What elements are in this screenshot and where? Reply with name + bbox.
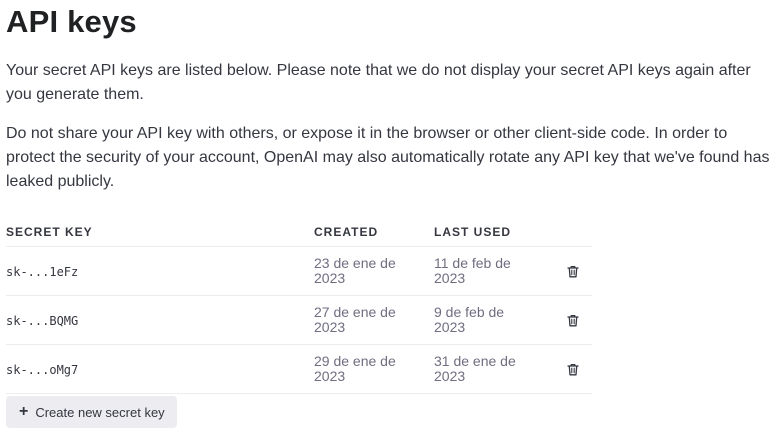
trash-icon	[567, 363, 579, 375]
header-last-used: LAST USED	[434, 218, 554, 247]
create-secret-key-button[interactable]: + Create new secret key	[6, 396, 177, 428]
delete-key-button[interactable]	[562, 358, 584, 380]
trash-icon	[567, 265, 579, 277]
created-date: 23 de ene de 2023	[314, 255, 396, 286]
table-row: sk-...BQMG 27 de ene de 2023 9 de feb de…	[6, 295, 592, 345]
table-header-row: SECRET KEY CREATED LAST USED	[6, 218, 592, 247]
secret-key-cell: sk-...BQMG	[6, 295, 314, 345]
last-used-date: 31 de ene de 2023	[434, 353, 516, 384]
created-date: 27 de ene de 2023	[314, 304, 396, 335]
last-used-cell: 31 de ene de 2023	[434, 344, 554, 394]
table-row: sk-...1eFz 23 de ene de 2023 11 de feb d…	[6, 246, 592, 296]
actions-cell	[554, 295, 592, 345]
secret-key-cell: sk-...oMg7	[6, 344, 314, 394]
created-cell: 29 de ene de 2023	[314, 344, 434, 394]
delete-key-button[interactable]	[562, 309, 584, 331]
table-row: sk-...oMg7 29 de ene de 2023 31 de ene d…	[6, 344, 592, 394]
api-keys-table: SECRET KEY CREATED LAST USED sk-...1eFz …	[6, 218, 592, 394]
header-actions	[554, 218, 592, 247]
create-secret-key-label: Create new secret key	[35, 404, 165, 420]
page-title: API keys	[6, 4, 137, 39]
header-created: CREATED	[314, 218, 434, 247]
last-used-date: 9 de feb de 2023	[434, 304, 505, 335]
intro-paragraph-1: Your secret API keys are listed below. P…	[6, 62, 751, 103]
actions-cell	[554, 246, 592, 296]
last-used-cell: 9 de feb de 2023	[434, 295, 554, 345]
header-secret-key: SECRET KEY	[6, 218, 314, 247]
intro-paragraph-2: Do not share your API key with others, o…	[6, 125, 770, 190]
api-keys-page: API keys Your secret API keys are listed…	[0, 0, 784, 436]
delete-key-button[interactable]	[562, 260, 584, 282]
created-cell: 27 de ene de 2023	[314, 295, 434, 345]
actions-cell	[554, 344, 592, 394]
created-cell: 23 de ene de 2023	[314, 246, 434, 296]
plus-icon: +	[19, 403, 29, 420]
last-used-cell: 11 de feb de 2023	[434, 246, 554, 296]
trash-icon	[567, 314, 579, 326]
secret-key-cell: sk-...1eFz	[6, 246, 314, 296]
last-used-date: 11 de feb de 2023	[434, 255, 511, 286]
created-date: 29 de ene de 2023	[314, 353, 396, 384]
